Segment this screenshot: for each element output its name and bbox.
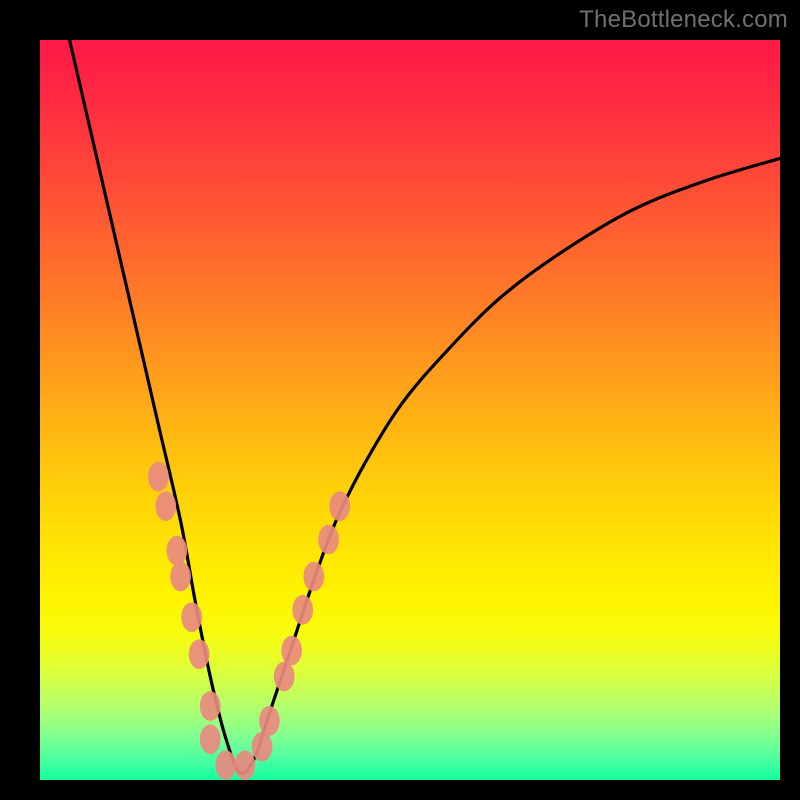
curve-marker xyxy=(281,636,302,666)
curve-marker xyxy=(235,750,256,780)
plot-area xyxy=(40,40,780,780)
curve-marker xyxy=(170,562,191,592)
curve-marker xyxy=(181,602,202,632)
curve-marker xyxy=(200,691,221,721)
curve-marker xyxy=(189,639,210,669)
curve-marker xyxy=(215,750,236,780)
curve-marker xyxy=(148,462,169,492)
curve-marker xyxy=(303,562,324,592)
curve-marker xyxy=(167,536,188,566)
chart-frame: TheBottleneck.com xyxy=(0,0,800,800)
curve-marker xyxy=(318,525,339,555)
watermark-text: TheBottleneck.com xyxy=(579,6,788,34)
curve-marker xyxy=(329,491,350,521)
curve-marker xyxy=(292,595,313,625)
curve-marker xyxy=(252,732,273,762)
curve-marker xyxy=(200,725,221,755)
bottleneck-curve xyxy=(70,40,780,773)
curve-layer xyxy=(40,40,780,780)
curve-marker xyxy=(155,491,176,521)
curve-marker xyxy=(259,706,280,736)
curve-marker xyxy=(274,662,295,692)
